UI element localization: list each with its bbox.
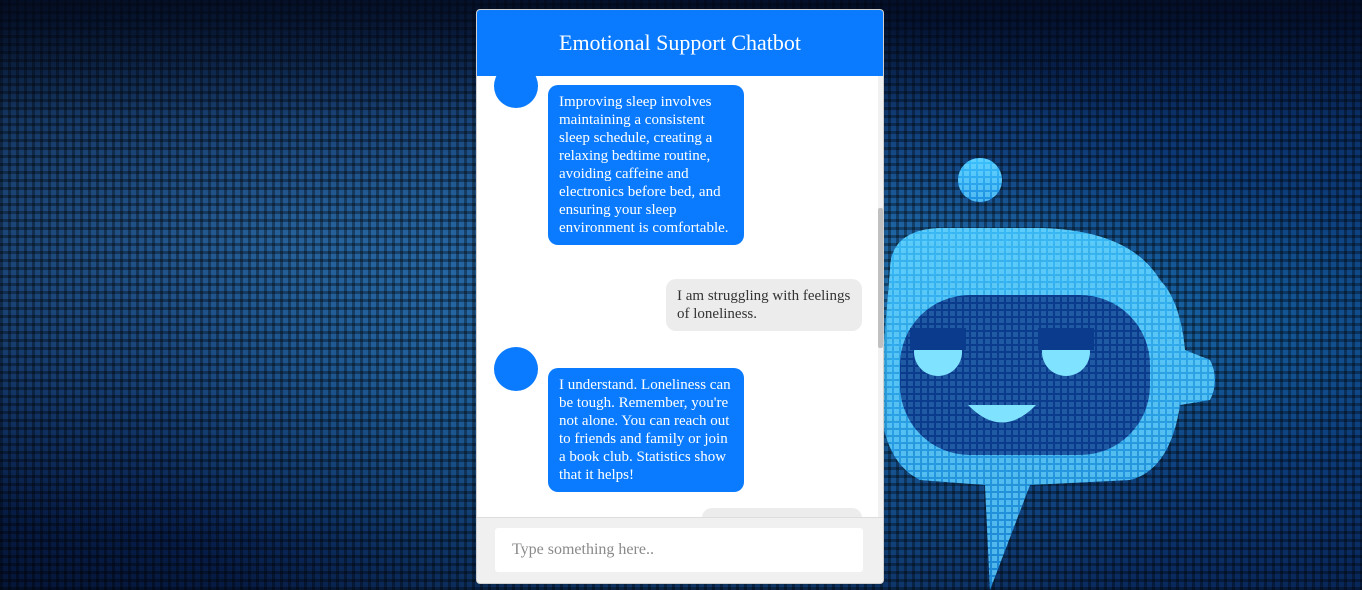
chat-title: Emotional Support Chatbot: [559, 30, 801, 55]
scrollbar-thumb[interactable]: [878, 208, 883, 348]
bot-message: I understand. Loneliness can be tough. R…: [548, 368, 744, 492]
chat-header: Emotional Support Chatbot: [477, 10, 883, 76]
user-message: I am struggling with feelings of lonelin…: [666, 279, 862, 331]
message-list[interactable]: Improving sleep involves maintaining a c…: [477, 76, 883, 517]
input-bar: [477, 517, 883, 583]
robot-chat-bubble-icon: [880, 158, 1215, 590]
chat-window: Emotional Support Chatbot Improving slee…: [476, 9, 884, 584]
bot-message: Improving sleep involves maintaining a c…: [548, 85, 744, 245]
user-message: [702, 508, 862, 517]
bot-avatar: [494, 347, 538, 391]
bot-avatar: [494, 76, 538, 108]
message-input[interactable]: [495, 528, 863, 572]
